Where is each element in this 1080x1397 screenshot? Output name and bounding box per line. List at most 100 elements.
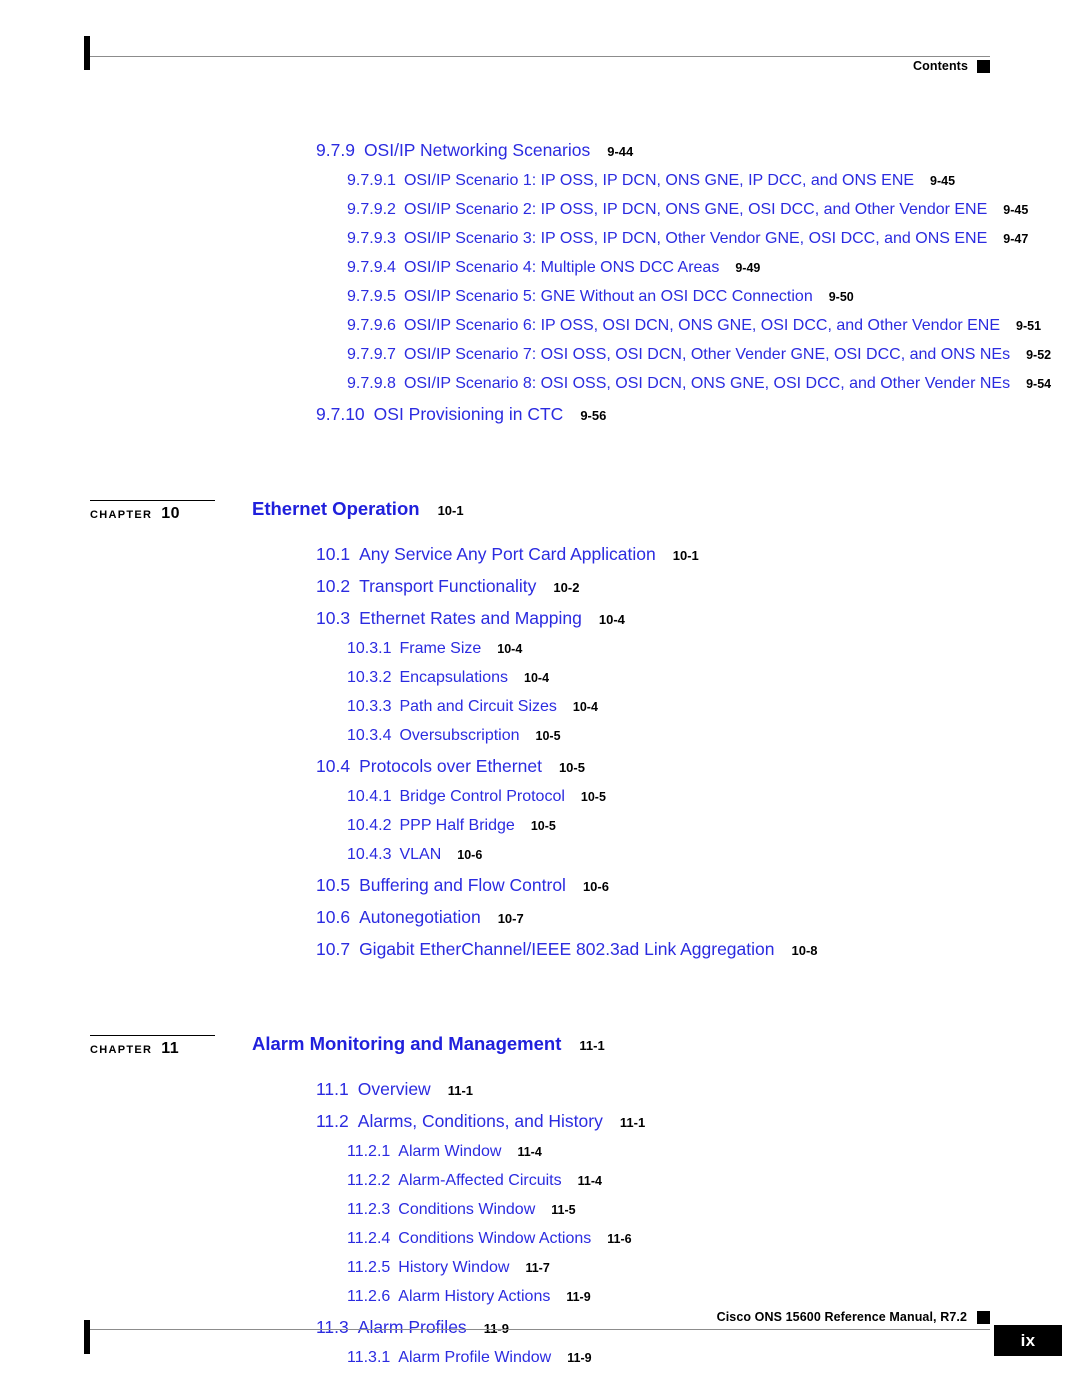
toc-entry-page: 11-5 xyxy=(551,1203,576,1217)
chapter-number: 11 xyxy=(161,1040,179,1057)
toc-entry-number: 9.7.9.2 xyxy=(347,201,396,218)
toc-entry-title: Alarm Profile Window xyxy=(398,1349,552,1366)
toc-entry-number: 9.7.10 xyxy=(316,404,365,424)
toc-entry[interactable]: 9.7.9.3 OSI/IP Scenario 3: IP OSS, IP DCN… xyxy=(0,230,1080,259)
toc-entry-title: Autonegotiation xyxy=(359,907,481,927)
toc-entry-title: Alarm Profiles xyxy=(357,1317,467,1337)
toc-entry-page: 10-7 xyxy=(497,911,524,926)
toc-entry-page: 9-44 xyxy=(607,144,634,159)
toc-entry-page: 11-7 xyxy=(525,1261,550,1275)
toc-entry[interactable]: 9.7.9 OSI/IP Networking Scenarios 9-44 xyxy=(0,140,1080,172)
toc-entry-number: 9.7.9.7 xyxy=(347,346,396,363)
toc-entry-title: Transport Functionality xyxy=(359,576,537,596)
toc-entry[interactable]: 10.3.1 Frame Size 10-4 xyxy=(0,640,1080,669)
toc-entry-page: 10-4 xyxy=(497,642,523,656)
toc-entry[interactable]: 10.2 Transport Functionality 10-2 xyxy=(0,576,1080,608)
toc-entry[interactable]: 10.3.3 Path and Circuit Sizes 10-4 xyxy=(0,698,1080,727)
chapter-word-label: CHAPTER xyxy=(90,1044,153,1056)
toc-entry-title: OSI/IP Scenario 7: OSI OSS, OSI DCN, Oth… xyxy=(403,346,1011,363)
toc-entry[interactable]: 10.3 Ethernet Rates and Mapping 10-4 xyxy=(0,608,1080,640)
toc-entry[interactable]: 9.7.9.7 OSI/IP Scenario 7: OSI OSS, OSI D… xyxy=(0,346,1080,375)
toc-entry-number: 10.3.2 xyxy=(347,669,392,686)
toc-entry-title: Protocols over Ethernet xyxy=(359,756,542,776)
toc-entry[interactable]: 9.7.9.5 OSI/IP Scenario 5: GNE Without an… xyxy=(0,288,1080,317)
toc-entry-number: 10.6 xyxy=(316,907,351,927)
toc-entry-number: 11.2.5 xyxy=(347,1259,391,1276)
toc-entry-page: 9-54 xyxy=(1026,377,1052,391)
toc-entry-page: 11-6 xyxy=(607,1232,632,1246)
toc-entry[interactable]: 10.4.1 Bridge Control Protocol 10-5 xyxy=(0,788,1080,817)
toc-entry-page: 10-5 xyxy=(558,760,585,775)
toc-entry-page: 11-9 xyxy=(567,1351,592,1365)
chapter-title-row[interactable]: Ethernet Operation 10-1 xyxy=(252,498,464,520)
toc-entry-page: 10-5 xyxy=(535,729,561,743)
toc-entry-page: 10-2 xyxy=(553,580,580,595)
toc-entry-page: 10-4 xyxy=(598,612,625,627)
toc-entry-title: OSI/IP Scenario 8: OSI OSS, OSI DCN, ONS… xyxy=(403,375,1011,392)
toc-entry[interactable]: 10.7 Gigabit EtherChannel/IEEE 802.3ad Li… xyxy=(0,939,1080,971)
toc-entry-title: Buffering and Flow Control xyxy=(359,875,566,895)
toc-entry[interactable]: 10.4.3 VLAN 10-6 xyxy=(0,846,1080,875)
toc-entry-title: Oversubscription xyxy=(399,727,520,744)
toc-entry-number: 10.4.1 xyxy=(347,788,392,805)
toc-entry-number: 10.3.4 xyxy=(347,727,392,744)
toc-entry-title: Overview xyxy=(357,1079,431,1099)
toc-entry[interactable]: 9.7.9.8 OSI/IP Scenario 8: OSI OSS, OSI D… xyxy=(0,375,1080,404)
toc-entry[interactable]: 10.4 Protocols over Ethernet 10-5 xyxy=(0,756,1080,788)
chapter-heading[interactable]: CHAPTER 11 Alarm Monitoring and Management… xyxy=(0,1025,1080,1065)
toc-entry-number: 11.3.1 xyxy=(347,1349,391,1366)
toc-entry-number: 9.7.9.3 xyxy=(347,230,396,247)
toc-entry[interactable]: 9.7.10 OSI Provisioning in CTC 9-56 xyxy=(0,404,1080,436)
toc-entry-title: Path and Circuit Sizes xyxy=(399,698,557,715)
toc-entry-title: OSI/IP Scenario 3: IP OSS, IP DCN, Other… xyxy=(403,230,988,247)
toc-entry[interactable]: 11.2.5 History Window 11-7 xyxy=(0,1259,1080,1288)
toc-entry-title: OSI Provisioning in CTC xyxy=(373,404,564,424)
page-number-box: ix xyxy=(994,1325,1062,1356)
toc-entry-page: 11-4 xyxy=(577,1174,602,1188)
toc-entry-title: Any Service Any Port Card Application xyxy=(359,544,656,564)
toc-entry[interactable]: 11.2.2 Alarm-Affected Circuits 11-4 xyxy=(0,1172,1080,1201)
toc-entry-page: 9-47 xyxy=(1003,232,1029,246)
toc-entry-number: 9.7.9.4 xyxy=(347,259,396,276)
toc-entry-number: 9.7.9.6 xyxy=(347,317,396,334)
toc-entry-number: 11.2.2 xyxy=(347,1172,391,1189)
toc-entry[interactable]: 11.2.1 Alarm Window 11-4 xyxy=(0,1143,1080,1172)
toc-entry[interactable]: 10.3.2 Encapsulations 10-4 xyxy=(0,669,1080,698)
toc-entry[interactable]: 10.4.2 PPP Half Bridge 10-5 xyxy=(0,817,1080,846)
square-marker-icon xyxy=(977,59,990,73)
toc-entry-page: 9-56 xyxy=(580,408,607,423)
chapter-title: Ethernet Operation xyxy=(252,498,420,519)
toc-entry-page: 10-5 xyxy=(530,819,556,833)
toc-entry[interactable]: 11.1 Overview 11-1 xyxy=(0,1079,1080,1111)
toc-entry[interactable]: 10.6 Autonegotiation 10-7 xyxy=(0,907,1080,939)
chapter-heading[interactable]: CHAPTER 10 Ethernet Operation 10-1 xyxy=(0,490,1080,530)
chapter-word-label: CHAPTER xyxy=(90,509,153,521)
toc-entry[interactable]: 10.5 Buffering and Flow Control 10-6 xyxy=(0,875,1080,907)
toc-entry[interactable]: 10.1 Any Service Any Port Card Applicatio… xyxy=(0,544,1080,576)
table-of-contents: 9.7.9 OSI/IP Networking Scenarios 9-44 9.7.… xyxy=(0,140,1080,1378)
toc-entry[interactable]: 11.2.4 Conditions Window Actions 11-6 xyxy=(0,1230,1080,1259)
toc-entry-title: Conditions Window Actions xyxy=(398,1230,592,1247)
toc-entry-page: 9-52 xyxy=(1026,348,1052,362)
toc-entry[interactable]: 9.7.9.6 OSI/IP Scenario 6: IP OSS, OSI DC… xyxy=(0,317,1080,346)
toc-entry-number: 10.7 xyxy=(316,939,351,959)
toc-entry[interactable]: 11.3.1 Alarm Profile Window 11-9 xyxy=(0,1349,1080,1378)
toc-entry-title: Alarm-Affected Circuits xyxy=(398,1172,562,1189)
toc-entry-number: 11.2.4 xyxy=(347,1230,391,1247)
toc-chapters: CHAPTER 10 Ethernet Operation 10-1 10.1 Any S… xyxy=(0,436,1080,1378)
toc-entry-page: 10-6 xyxy=(457,848,483,862)
toc-entry-page: 11-1 xyxy=(447,1083,474,1098)
toc-entry[interactable]: 9.7.9.4 OSI/IP Scenario 4: Multiple ONS D… xyxy=(0,259,1080,288)
toc-entry-number: 10.3 xyxy=(316,608,351,628)
chapter-title-row[interactable]: Alarm Monitoring and Management 11-1 xyxy=(252,1033,605,1055)
toc-entry[interactable]: 10.3.4 Oversubscription 10-5 xyxy=(0,727,1080,756)
toc-entry[interactable]: 11.2.3 Conditions Window 11-5 xyxy=(0,1201,1080,1230)
header-rule xyxy=(90,56,990,57)
toc-entry-title: OSI/IP Networking Scenarios xyxy=(363,140,591,160)
toc-entry[interactable]: 9.7.9.1 OSI/IP Scenario 1: IP OSS, IP DCN… xyxy=(0,172,1080,201)
toc-entry-number: 10.2 xyxy=(316,576,351,596)
toc-entry[interactable]: 9.7.9.2 OSI/IP Scenario 2: IP OSS, IP DCN… xyxy=(0,201,1080,230)
running-head-label: Contents xyxy=(913,59,968,73)
toc-entry[interactable]: 11.2 Alarms, Conditions, and History 11-1 xyxy=(0,1111,1080,1143)
